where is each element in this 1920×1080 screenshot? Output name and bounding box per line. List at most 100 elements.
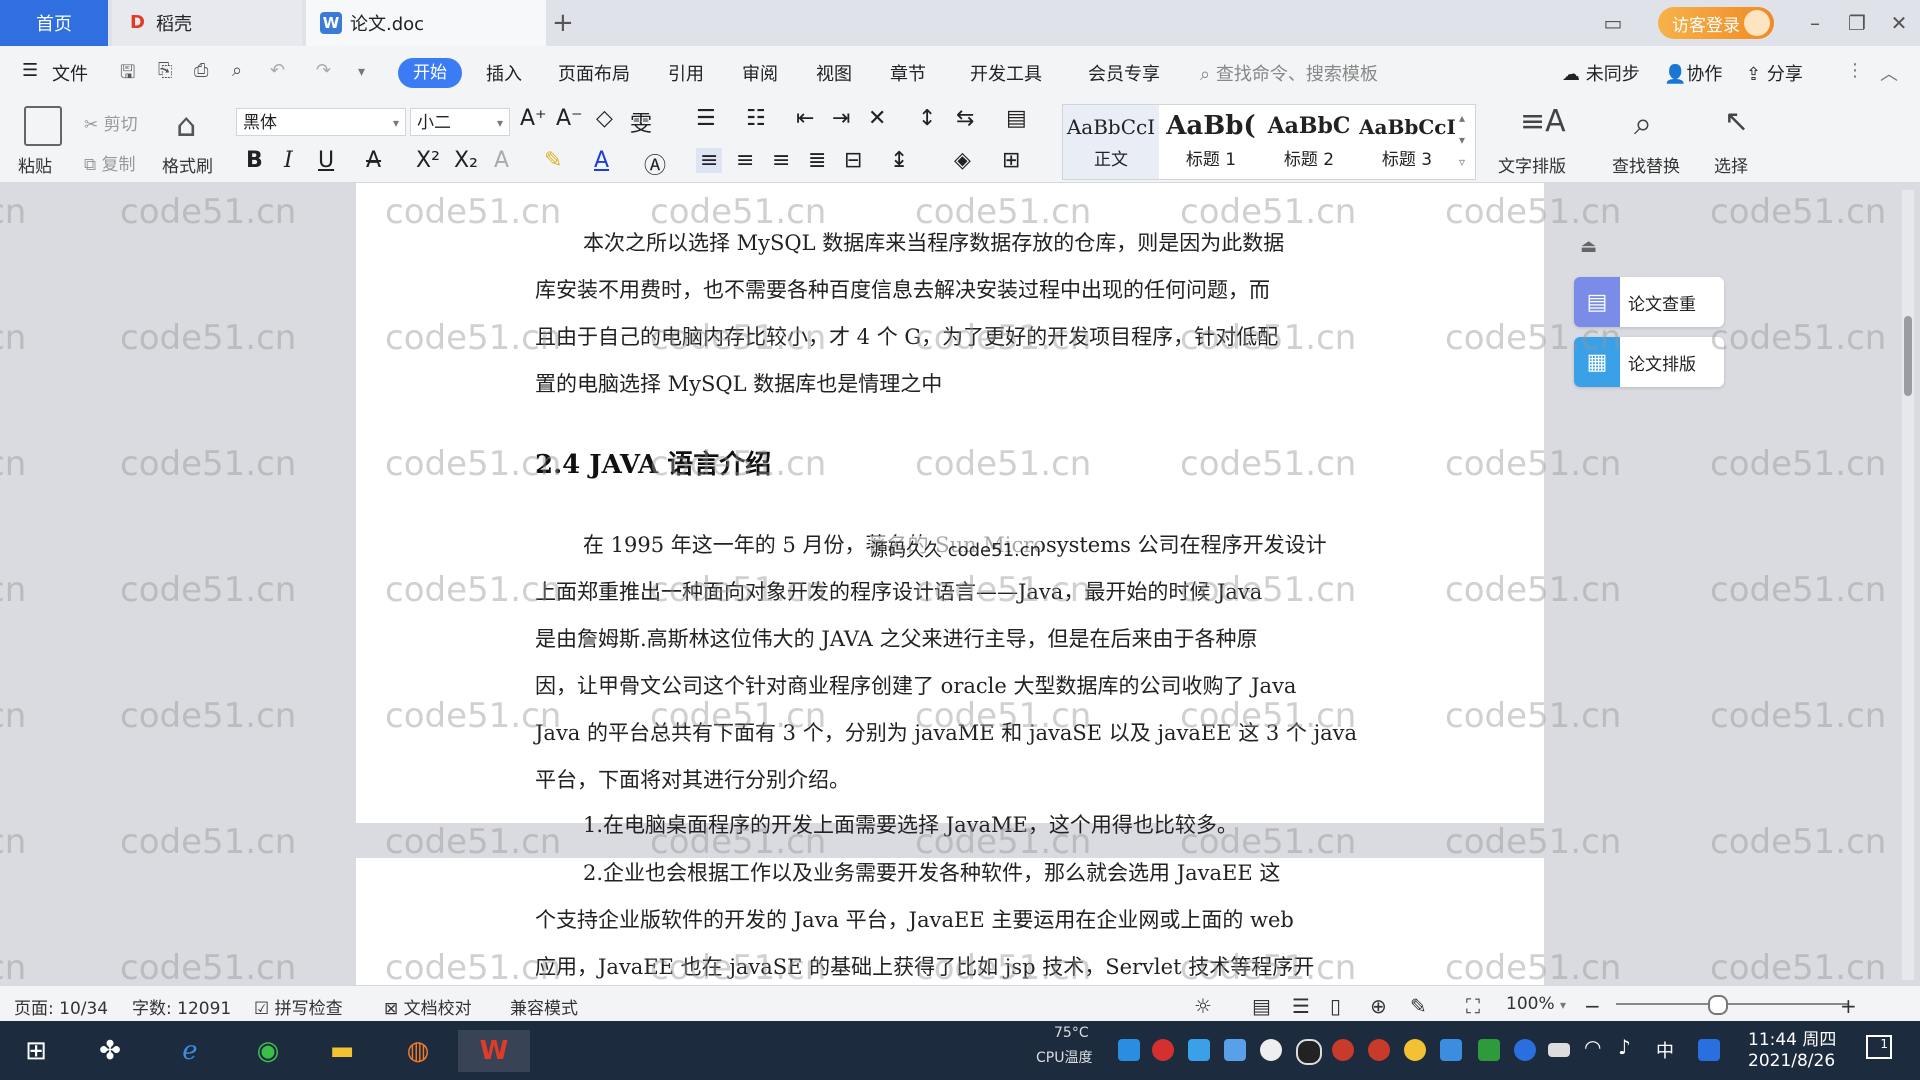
volume-icon[interactable]: ♪	[1618, 1035, 1631, 1059]
char-border-icon[interactable]: Ⓐ	[644, 148, 666, 180]
page-indicator[interactable]: 页面: 10/34	[14, 994, 108, 1019]
file-menu[interactable]: 文件	[52, 60, 88, 86]
command-search[interactable]: ⌕ 查找命令、搜索模板	[1200, 60, 1378, 86]
guest-login-button[interactable]: 访客登录	[1658, 7, 1774, 39]
indent-icon[interactable]: ⇥	[832, 106, 850, 131]
collapse-panel-icon[interactable]: ⏏	[1580, 236, 1597, 257]
tray-app-icon[interactable]	[1152, 1039, 1174, 1061]
italic-icon[interactable]: I	[284, 148, 293, 173]
notification-center-icon[interactable]: 1	[1866, 1035, 1892, 1059]
strikethrough-icon[interactable]: A	[366, 148, 381, 173]
fit-page-icon[interactable]: ⛶	[1466, 994, 1480, 1018]
share-button[interactable]: ⇪ 分享	[1746, 60, 1803, 86]
reading-view-icon[interactable]: ▯	[1330, 994, 1341, 1018]
collapse-ribbon-icon[interactable]: ︿	[1880, 60, 1898, 86]
zoom-slider[interactable]	[1616, 1003, 1848, 1005]
paper-check-button[interactable]: ▤ 论文查重	[1574, 277, 1724, 327]
qq-icon[interactable]	[1296, 1039, 1322, 1065]
table-border-icon[interactable]: ▤	[1006, 106, 1027, 131]
360-browser-icon[interactable]: ◉	[246, 1030, 290, 1072]
tray-app-icon[interactable]	[1440, 1039, 1462, 1061]
style-scroll-arrows[interactable]: ▴ ▾ ▿	[1459, 107, 1465, 173]
clear-format-icon[interactable]: ◇	[596, 106, 613, 131]
distribute-icon[interactable]: ⊟	[844, 148, 862, 173]
bold-icon[interactable]: B	[246, 148, 263, 173]
tab-document[interactable]: W 论文.doc	[306, 0, 546, 46]
tab-chapter[interactable]: 章节	[890, 60, 926, 86]
style-normal[interactable]: AaBbCcI 正文	[1063, 105, 1159, 179]
text-layout-button[interactable]: 文字排版	[1498, 152, 1566, 177]
page-view-icon[interactable]: ▤	[1252, 994, 1271, 1018]
chevron-down-icon[interactable]: ▾	[358, 64, 365, 80]
spell-check-button[interactable]: ☑ 拼写检查	[254, 994, 343, 1019]
subscript-icon[interactable]: X₂	[454, 148, 478, 173]
copy-button[interactable]: ⧉ 复制	[84, 150, 136, 175]
font-size-select[interactable]: 小二 ▾	[410, 108, 510, 136]
tab-page-layout[interactable]: 页面布局	[558, 60, 630, 86]
underline-icon[interactable]: U	[318, 148, 334, 173]
text-effect-icon[interactable]: A	[494, 148, 509, 173]
more-icon[interactable]: ⋮	[1846, 60, 1864, 81]
shield-icon[interactable]	[1224, 1039, 1246, 1061]
tray-app-icon[interactable]	[1188, 1039, 1210, 1061]
align-right-icon[interactable]: ≡	[772, 148, 790, 173]
tray-app-icon[interactable]	[1404, 1039, 1426, 1061]
new-tab-button[interactable]: +	[552, 0, 582, 46]
style-heading3[interactable]: AaBbCcI 标题 3	[1359, 105, 1455, 179]
bell-icon[interactable]	[1260, 1039, 1282, 1061]
export-icon[interactable]: ⎘	[158, 60, 172, 81]
show-marks-icon[interactable]: ⇆	[956, 106, 974, 131]
ie-browser-icon[interactable]: ℯ	[168, 1030, 212, 1072]
tab-home[interactable]: 首页	[0, 0, 108, 46]
numbered-list-icon[interactable]: ☷	[746, 106, 766, 131]
zoom-out-icon[interactable]: −	[1584, 994, 1601, 1018]
align-center-icon[interactable]: ≡	[736, 148, 754, 173]
tab-review[interactable]: 审阅	[742, 60, 778, 86]
format-painter-button[interactable]: 格式刷	[162, 152, 213, 177]
eye-protect-icon[interactable]: ☼	[1194, 994, 1212, 1018]
wifi-icon[interactable]: ◠	[1584, 1035, 1601, 1059]
style-heading1[interactable]: AaBb( 标题 1	[1163, 105, 1259, 179]
justify-icon[interactable]: ≣	[808, 148, 826, 173]
zoom-slider-handle[interactable]	[1708, 995, 1728, 1015]
hamburger-icon[interactable]: ☰	[22, 60, 38, 81]
windows-start-icon[interactable]: ⊞	[14, 1030, 58, 1072]
file-explorer-icon[interactable]: ▬	[320, 1030, 364, 1072]
pinwheel-app-icon[interactable]: ✤	[88, 1030, 132, 1072]
line-spacing-icon[interactable]: ↨	[890, 148, 908, 173]
outline-view-icon[interactable]: ☰	[1292, 994, 1310, 1018]
tab-insert[interactable]: 插入	[486, 60, 522, 86]
write-mode-icon[interactable]: ✎	[1410, 994, 1427, 1018]
clock-date[interactable]: 2021/8/26	[1748, 1051, 1835, 1071]
tab-daoke[interactable]: D 稻壳	[112, 0, 302, 46]
tray-app-icon[interactable]	[1332, 1039, 1354, 1061]
nvidia-icon[interactable]	[1478, 1039, 1500, 1061]
font-color-icon[interactable]: A	[594, 148, 609, 173]
cut-button[interactable]: ✂ 剪切	[84, 110, 138, 135]
style-heading2[interactable]: AaBbC 标题 2	[1261, 105, 1357, 179]
layout-icon[interactable]: ▭	[1598, 8, 1628, 38]
tray-app-icon[interactable]	[1118, 1039, 1140, 1061]
align-left-icon[interactable]: ≡	[696, 148, 723, 173]
web-view-icon[interactable]: ⊕	[1370, 994, 1387, 1018]
highlight-icon[interactable]: ✎	[544, 148, 562, 173]
restore-icon[interactable]: ❐	[1842, 8, 1872, 38]
clock-time[interactable]: 11:44 周四	[1748, 1025, 1836, 1050]
close-icon[interactable]: ✕	[1884, 8, 1914, 38]
tab-view[interactable]: 视图	[816, 60, 852, 86]
undo-icon[interactable]: ↶	[270, 60, 285, 81]
minimize-icon[interactable]: –	[1800, 8, 1830, 38]
bluetooth-icon[interactable]	[1514, 1039, 1536, 1061]
ime-indicator[interactable]: 中	[1656, 1037, 1674, 1063]
font-name-select[interactable]: 黑体 ▾	[236, 108, 406, 136]
borders-icon[interactable]: ⊞	[1002, 148, 1020, 173]
zoom-level[interactable]: 100% ▾	[1506, 994, 1566, 1014]
tab-member[interactable]: 会员专享	[1088, 60, 1160, 86]
paste-button[interactable]: 粘贴	[18, 152, 52, 177]
redo-icon[interactable]: ↷	[316, 60, 331, 81]
proofread-button[interactable]: ⊠ 文档校对	[384, 994, 472, 1019]
tray-app-icon[interactable]	[1368, 1039, 1390, 1061]
bullet-list-icon[interactable]: ☰	[696, 106, 716, 131]
zoom-in-icon[interactable]: +	[1840, 994, 1857, 1018]
vertical-scrollbar[interactable]	[1902, 190, 1914, 980]
